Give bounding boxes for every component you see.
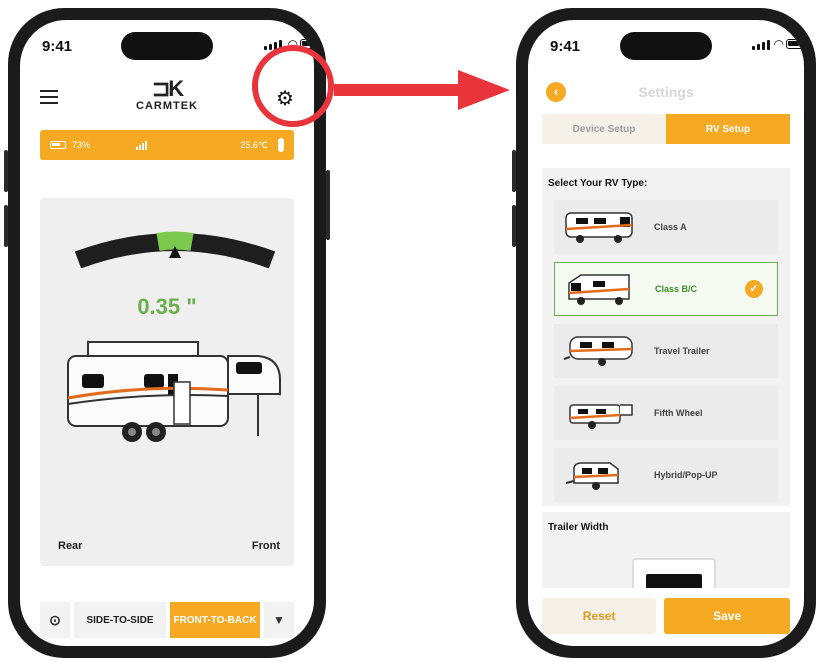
red-arrow-icon: [334, 70, 510, 110]
rv-option-label: Hybrid/Pop-UP: [654, 470, 718, 480]
menu-icon[interactable]: [40, 90, 58, 104]
logo-text: CARMTEK: [136, 100, 198, 112]
fifth-wheel-trailer-image: [67, 341, 281, 442]
level-gauge-card: 0.35 " Rear Front: [40, 198, 294, 566]
trailer-width-heading: Trailer Width: [548, 522, 609, 533]
settings-actions: Reset Save: [542, 598, 790, 634]
rv-type-list: Class A Class B/C ✓ Travel Trailer Fifth…: [554, 200, 778, 502]
front-label: Front: [251, 540, 280, 552]
dynamic-island: [121, 32, 213, 60]
hybrid-popup-icon: [565, 462, 619, 490]
tab-rv-setup[interactable]: RV Setup: [666, 114, 790, 144]
rv-option-travel-trailer[interactable]: Travel Trailer: [554, 324, 778, 378]
level-arc-gauge: [74, 231, 276, 268]
thermometer-icon: [278, 138, 284, 152]
app-logo: ⊐K CARMTEK: [136, 76, 198, 113]
front-to-back-button[interactable]: FRONT-TO-BACK: [170, 602, 260, 638]
crosshair-icon[interactable]: ⊙: [40, 602, 70, 638]
class-a-rv-icon: [565, 212, 633, 243]
trailer-width-panel: Trailer Width: [542, 512, 790, 588]
settings-header: ‹ Settings: [528, 78, 804, 108]
settings-tabs: Device Setup RV Setup: [542, 114, 790, 144]
level-reading: 0.35 ": [137, 294, 197, 319]
level-screen: 9:41 ◠ ⊐K CARMTEK ⚙ 73% 25.6℃ 0.35 " Rea…: [20, 20, 314, 646]
wifi-icon: ◠: [773, 37, 784, 51]
gear-icon[interactable]: ⚙: [274, 88, 296, 110]
battery-icon: [786, 39, 804, 49]
bottom-nav: ⊙ SIDE-TO-SIDE FRONT-TO-BACK ▼: [40, 602, 294, 638]
class-bc-rv-icon: [568, 274, 630, 305]
settings-screen: 9:41 ◠ ‹ Settings Device Setup RV Setup …: [528, 20, 804, 646]
rv-option-label: Fifth Wheel: [654, 408, 703, 418]
logo-mark: ⊐K: [151, 76, 184, 101]
left-phone-frame: 9:41 ◠ ⊐K CARMTEK ⚙ 73% 25.6℃ 0.35 " Rea…: [8, 8, 326, 658]
rv-option-label: Travel Trailer: [654, 346, 710, 356]
trailer-rear-image: [632, 558, 716, 588]
fifth-wheel-icon: [569, 404, 633, 429]
rv-type-panel: Select Your RV Type: Class A Class B/C ✓…: [542, 168, 790, 506]
rv-option-label: Class B/C: [655, 284, 698, 294]
rv-type-heading: Select Your RV Type:: [548, 178, 648, 189]
rv-option-hybrid-popup[interactable]: Hybrid/Pop-UP: [554, 448, 778, 502]
right-phone-frame: 9:41 ◠ ‹ Settings Device Setup RV Setup …: [516, 8, 816, 658]
side-to-side-button[interactable]: SIDE-TO-SIDE: [74, 602, 166, 638]
tab-device-setup[interactable]: Device Setup: [542, 114, 666, 144]
rv-option-class-a[interactable]: Class A: [554, 200, 778, 254]
signal-icon: [264, 40, 282, 50]
status-bar: 9:41 ◠: [20, 20, 314, 66]
device-battery-level: 73%: [72, 140, 91, 150]
stage: 9:41 ◠ ⊐K CARMTEK ⚙ 73% 25.6℃ 0.35 " Rea…: [0, 0, 816, 662]
save-button[interactable]: Save: [664, 598, 790, 634]
check-icon: ✓: [745, 280, 763, 298]
top-bar: ⊐K CARMTEK ⚙: [20, 78, 314, 122]
rv-option-class-bc[interactable]: Class B/C ✓: [554, 262, 778, 316]
device-signal-icon: [136, 140, 148, 150]
battery-icon: [300, 39, 314, 49]
signal-icon: [752, 40, 770, 50]
wifi-icon: ◠: [287, 37, 298, 51]
travel-trailer-icon: [563, 336, 633, 366]
status-time: 9:41: [550, 38, 581, 55]
power-button: [326, 170, 330, 240]
status-bar: 9:41 ◠: [528, 20, 804, 66]
rear-label: Rear: [58, 540, 83, 552]
device-battery-icon: [50, 141, 66, 149]
status-time: 9:41: [42, 38, 73, 55]
page-title: Settings: [638, 84, 694, 100]
reset-button[interactable]: Reset: [542, 598, 657, 634]
flashlight-icon[interactable]: ▼: [264, 602, 294, 638]
device-status-strip: 73% 25.6℃: [40, 130, 294, 160]
device-temperature: 25.6℃: [240, 139, 268, 150]
rv-option-fifth-wheel[interactable]: Fifth Wheel: [554, 386, 778, 440]
rv-option-label: Class A: [654, 222, 687, 232]
dynamic-island: [620, 32, 712, 60]
